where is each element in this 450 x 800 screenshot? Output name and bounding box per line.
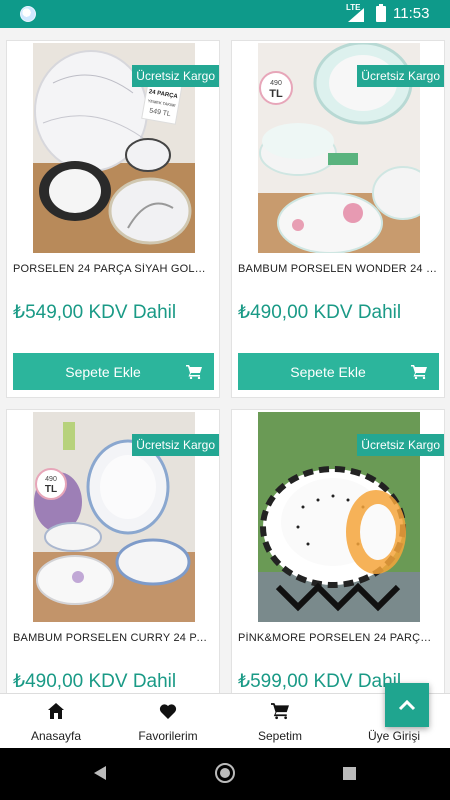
free-shipping-badge: Ücretsiz Kargo <box>132 434 219 456</box>
cart-icon <box>271 703 289 720</box>
product-card[interactable]: 490 TL Ücretsiz Kargo BAMBUM PORSELEN CU… <box>6 409 220 693</box>
nav-cart-label: Sepetim <box>257 729 303 743</box>
nav-home[interactable]: Anasayfa <box>0 694 112 749</box>
bottom-navigation: Anasayfa Favorilerim Sepetim Üye Girişi <box>0 693 450 748</box>
status-bar: LTE 11:53 <box>0 0 450 28</box>
back-icon[interactable] <box>94 766 106 780</box>
nav-login-label: Üye Girişi <box>367 729 420 743</box>
nav-home-label: Anasayfa <box>30 729 82 743</box>
cart-icon <box>186 365 202 379</box>
heart-icon <box>159 704 177 719</box>
product-title[interactable]: PORSELEN 24 PARÇA SİYAH GOLD Y... <box>13 263 213 275</box>
recents-icon[interactable] <box>343 767 356 780</box>
product-price: ₺599,00 KDV Dahil <box>238 671 402 692</box>
add-to-cart-label: Sepete Ekle <box>290 363 366 380</box>
add-to-cart-button[interactable]: Sepete Ekle <box>13 353 214 390</box>
add-to-cart-button[interactable]: Sepete Ekle <box>238 353 439 390</box>
signal-icon <box>348 8 364 22</box>
product-price: ₺490,00 KDV Dahil <box>238 302 402 323</box>
svg-text:490: 490 <box>270 80 282 87</box>
status-time: 11:53 <box>393 5 430 22</box>
app-notification-icon <box>20 6 36 22</box>
nav-favorites-label: Favorilerim <box>138 729 198 743</box>
product-card[interactable]: Ücretsiz Kargo PİNK&MORE PORSELEN 24 PAR… <box>231 409 445 693</box>
nav-favorites[interactable]: Favorilerim <box>112 694 224 749</box>
battery-icon <box>376 4 386 22</box>
free-shipping-badge: Ücretsiz Kargo <box>357 65 444 87</box>
chevron-up-icon <box>398 699 416 711</box>
product-price: ₺490,00 KDV Dahil <box>13 671 177 692</box>
svg-text:TL: TL <box>45 484 57 495</box>
product-price: ₺549,00 KDV Dahil <box>13 302 177 323</box>
product-title[interactable]: BAMBUM PORSELEN CURRY 24 PAR... <box>13 632 213 644</box>
product-grid[interactable]: 24 PARÇA YEMEK TAKIMI 549 TL Ücretsiz Ka… <box>0 28 450 693</box>
free-shipping-badge: Ücretsiz Kargo <box>132 65 219 87</box>
product-title[interactable]: PİNK&MORE PORSELEN 24 PARÇA Y... <box>238 632 438 644</box>
product-card[interactable]: 490 TL Ücretsiz Kargo BAMBUM PORSELEN WO… <box>231 40 445 398</box>
free-shipping-badge: Ücretsiz Kargo <box>357 434 444 456</box>
home-circle-icon[interactable] <box>215 763 235 783</box>
system-navigation-bar <box>0 748 450 800</box>
svg-text:TL: TL <box>269 88 283 100</box>
nav-cart[interactable]: Sepetim <box>224 694 336 749</box>
cart-icon <box>411 365 427 379</box>
home-icon <box>48 703 64 719</box>
product-title[interactable]: BAMBUM PORSELEN WONDER 24 PA... <box>238 263 438 275</box>
product-card[interactable]: 24 PARÇA YEMEK TAKIMI 549 TL Ücretsiz Ka… <box>6 40 220 398</box>
scroll-to-top-button[interactable] <box>385 683 429 727</box>
svg-text:490: 490 <box>45 476 57 483</box>
add-to-cart-label: Sepete Ekle <box>65 363 141 380</box>
